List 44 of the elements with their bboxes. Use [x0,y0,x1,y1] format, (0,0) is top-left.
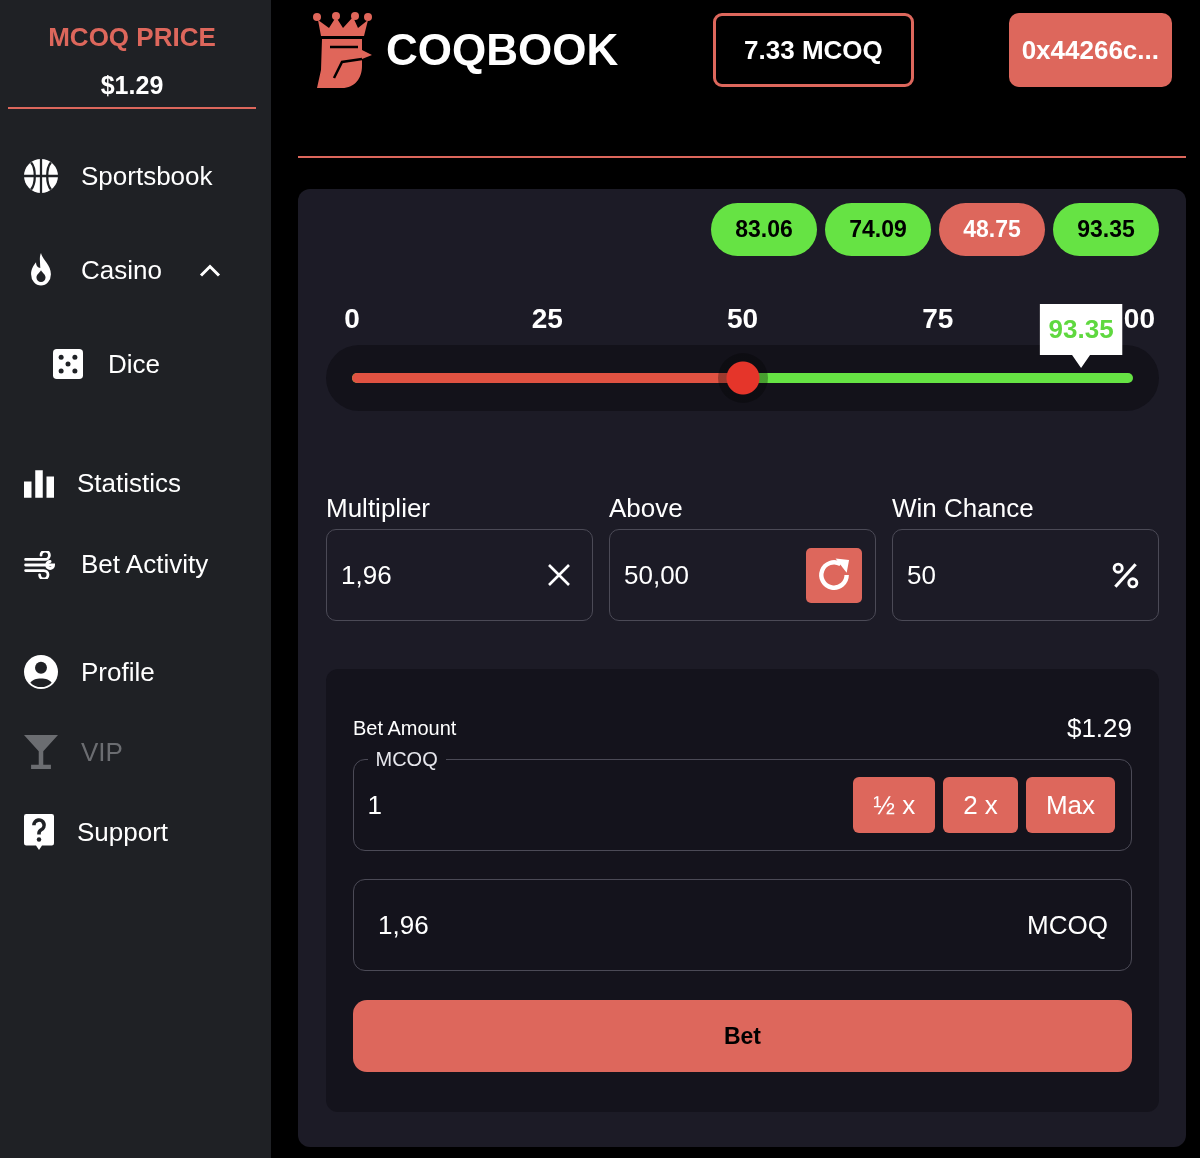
value-field[interactable]: 1,96 MCOQ [353,879,1132,971]
field-label: Above [609,495,684,521]
field-label: Win Chance [892,495,1035,521]
input-field[interactable]: 50,00 [609,529,876,621]
bet-button[interactable]: Bet [353,1000,1132,1072]
crowned-mascot-icon [312,12,372,88]
result-pill: 93.35 [1053,203,1159,256]
cocktail-glass-icon [24,735,58,769]
balance-button[interactable]: 7.33 MCOQ [713,13,914,87]
nav-item[interactable]: Profile [0,632,271,712]
bar-chart-icon [24,469,54,498]
slider-track[interactable] [352,353,1133,403]
tick-label: 00 [1123,305,1155,333]
tick-label: 25 [531,305,563,333]
nav-item[interactable]: Dice [0,317,271,411]
dice-icon [53,349,83,379]
input-field[interactable]: 50 [892,529,1159,621]
refresh-button[interactable] [806,547,862,603]
nav-item[interactable]: Support [0,792,271,872]
basketball-icon [24,159,58,193]
help-icon [24,814,54,850]
price-title: MCOQ PRICE [47,22,217,52]
wind-icon [24,550,58,579]
tick-label: 75 [922,305,954,333]
nav-item[interactable]: Casino [0,223,271,317]
input-field[interactable]: 1,96 [326,529,593,621]
tick-label: 50 [726,305,759,333]
field-label: Multiplier [326,495,432,521]
result-pill: 74.09 [825,203,931,256]
nav-item[interactable]: Statistics [0,443,271,524]
field-label: MCOQ [374,748,439,770]
user-icon [24,655,58,689]
usd-value: $1.29 [1066,712,1132,744]
unit-label: MCOQ [1027,909,1108,941]
close-icon[interactable] [547,563,571,587]
price-value: $1.29 [99,70,165,100]
percent-icon [1112,561,1139,589]
bet-amount-label: Bet Amount [353,716,457,740]
result-pill: 83.06 [711,203,817,256]
nav-item[interactable]: Bet Activity [0,524,271,605]
result-pill: 48.75 [939,203,1045,256]
logo-text: COQBOOK [386,28,619,72]
tick-label: 0 [344,305,360,333]
nav-item[interactable]: Sportsbook [0,129,271,223]
